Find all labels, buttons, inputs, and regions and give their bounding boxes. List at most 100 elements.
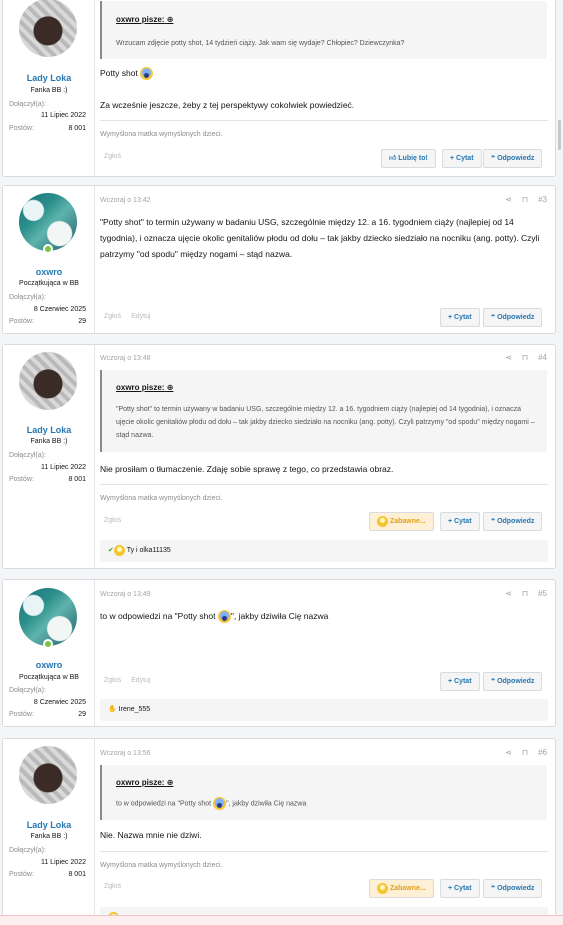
post-6: Lady Loka Fanka BB :) Dołączył(a): 11 Li… [2, 738, 556, 925]
like-button[interactable]: 👍︎ Lubię to! [381, 149, 436, 168]
scrollbar-thumb[interactable] [558, 120, 561, 150]
quote-button[interactable]: + Cytat [440, 512, 480, 531]
scream-emoji-icon [213, 797, 227, 810]
bookmark-icon[interactable]: ⊓ [522, 748, 528, 757]
joined-date: 11 Lipiec 2022 [40, 464, 86, 471]
report-link[interactable]: Zgłoś [104, 517, 121, 524]
avatar[interactable] [19, 0, 77, 57]
post-number[interactable]: #3 [538, 195, 547, 204]
username[interactable]: Lady Loka [3, 73, 95, 83]
joined-label: Dołączył(a): [9, 452, 46, 459]
joined-date: 11 Lipiec 2022 [40, 112, 86, 119]
report-link[interactable]: Zgłoś [104, 153, 121, 160]
user-panel: Lady Loka Fanka BB :) Dołączył(a): 11 Li… [3, 0, 95, 176]
user-title: Początkująca w BB [19, 674, 79, 681]
posts-count: 29 [78, 711, 86, 718]
bookmark-icon[interactable]: ⊓ [522, 195, 528, 204]
quote-button[interactable]: + Cytat [440, 879, 480, 898]
post-date[interactable]: Wczoraj o 13:56 [100, 750, 151, 757]
reply-button[interactable]: ❝ Odpowiedz [483, 879, 543, 898]
reply-button[interactable]: ❝ Odpowiedz [483, 149, 543, 168]
laugh-emoji-icon [377, 882, 388, 894]
footer-links: Zgłoś [104, 517, 131, 524]
posts-label: Postów: [9, 871, 34, 878]
reaction-button[interactable]: Zabawne... [369, 512, 434, 531]
quote-marks-icon: ❝ [491, 885, 496, 892]
avatar[interactable] [19, 352, 77, 410]
quote-arrow-icon[interactable]: ⊕ [167, 383, 174, 392]
quote-author[interactable]: oxwro pisze: ⊕ [116, 383, 173, 392]
thumbs-up-icon: 👍︎ [389, 155, 397, 162]
checkmark-icon: ✔ [108, 547, 114, 554]
username[interactable]: Lady Loka [3, 425, 95, 435]
quote-text: "Potty shot" to termin używany w badaniu… [116, 406, 535, 439]
post-body: "Potty shot" to termin używany w badaniu… [100, 217, 540, 259]
reactions-bar[interactable]: ✋ Irene_555 [100, 699, 548, 721]
quote-author[interactable]: oxwro pisze: ⊕ [116, 778, 173, 787]
quote-arrow-icon[interactable]: ⊕ [167, 15, 174, 24]
user-title: Fanka BB :) [30, 833, 68, 840]
report-link[interactable]: Zgłoś [104, 677, 121, 684]
post-number[interactable]: #4 [538, 353, 547, 362]
laugh-emoji-icon [113, 544, 125, 556]
post-date[interactable]: Wczoraj o 13:42 [100, 197, 151, 204]
online-status-icon [43, 244, 53, 254]
scream-emoji-icon [140, 67, 154, 81]
post-date[interactable]: Wczoraj o 13:49 [100, 591, 151, 598]
bookmark-icon[interactable]: ⊓ [522, 589, 528, 598]
posts-label: Postów: [9, 318, 34, 325]
signature: Wymyślona matka wymyślonych dzieci. [100, 120, 548, 138]
quote-block: oxwro pisze: ⊕ "Potty shot" to termin uż… [100, 370, 547, 452]
quote-button[interactable]: + Cytat [440, 672, 480, 691]
user-panel: oxwro Początkująca w BB Dołączył(a): 8 C… [3, 580, 95, 726]
post-actions: ⋖ ⊓ #3 [495, 195, 547, 204]
username[interactable]: Lady Loka [3, 820, 95, 830]
username[interactable]: oxwro [3, 267, 95, 277]
reactions-users[interactable]: Ty i olka11135 [127, 547, 171, 554]
user-title: Fanka BB :) [30, 438, 68, 445]
clap-emoji-icon: ✋ [108, 706, 117, 713]
reactions-bar[interactable]: ✔ Ty i olka11135 [100, 540, 548, 562]
footer-links: Zgłoś Edytuj [104, 677, 161, 684]
post-4: Lady Loka Fanka BB :) Dołączył(a): 11 Li… [2, 344, 556, 569]
avatar[interactable] [19, 193, 77, 251]
edit-link[interactable]: Edytuj [131, 677, 150, 684]
report-link[interactable]: Zgłoś [104, 313, 121, 320]
quote-button[interactable]: + Cytat [440, 308, 480, 327]
quote-block: oxwro pisze: ⊕ to w odpowiedzi na "Potty… [100, 765, 547, 820]
post-number[interactable]: #5 [538, 589, 547, 598]
avatar[interactable] [19, 588, 77, 646]
joined-date: 8 Czerwiec 2025 [33, 699, 86, 706]
reaction-button[interactable]: Zabawne... [369, 879, 434, 898]
reply-button[interactable]: ❝ Odpowiedz [483, 672, 543, 691]
post-date[interactable]: Wczoraj o 13:48 [100, 355, 151, 362]
reply-button[interactable]: ❝ Odpowiedz [483, 512, 543, 531]
joined-label: Dołączył(a): [9, 101, 46, 108]
quote-button[interactable]: + Cytat [442, 149, 482, 168]
joined-label: Dołączył(a): [9, 847, 46, 854]
posts-count: 8 001 [68, 125, 86, 132]
reply-button[interactable]: ❝ Odpowiedz [483, 308, 543, 327]
avatar[interactable] [19, 746, 77, 804]
bookmark-icon[interactable]: ⊓ [522, 353, 528, 362]
joined-label: Dołączył(a): [9, 294, 46, 301]
report-link[interactable]: Zgłoś [104, 883, 121, 890]
quote-text: to w odpowiedzi na "Potty shot ", jakby … [116, 797, 537, 810]
username[interactable]: oxwro [3, 660, 95, 670]
quote-author[interactable]: oxwro pisze: ⊕ [116, 15, 173, 24]
user-panel: Lady Loka Fanka BB :) Dołączył(a): 11 Li… [3, 345, 95, 568]
bottom-notice-strip [0, 915, 563, 925]
share-icon[interactable]: ⋖ [505, 589, 512, 598]
post-5: oxwro Początkująca w BB Dołączył(a): 8 C… [2, 579, 556, 727]
joined-label: Dołączył(a): [9, 687, 46, 694]
share-icon[interactable]: ⋖ [505, 748, 512, 757]
footer-links: Zgłoś [104, 883, 131, 890]
user-panel: Lady Loka Fanka BB :) Dołączył(a): 11 Li… [3, 739, 95, 925]
quote-arrow-icon[interactable]: ⊕ [167, 778, 174, 787]
edit-link[interactable]: Edytuj [131, 313, 150, 320]
footer-links: Zgłoś [104, 153, 131, 160]
share-icon[interactable]: ⋖ [505, 353, 512, 362]
post-number[interactable]: #6 [538, 748, 547, 757]
reactions-users[interactable]: Irene_555 [119, 706, 151, 713]
share-icon[interactable]: ⋖ [505, 195, 512, 204]
